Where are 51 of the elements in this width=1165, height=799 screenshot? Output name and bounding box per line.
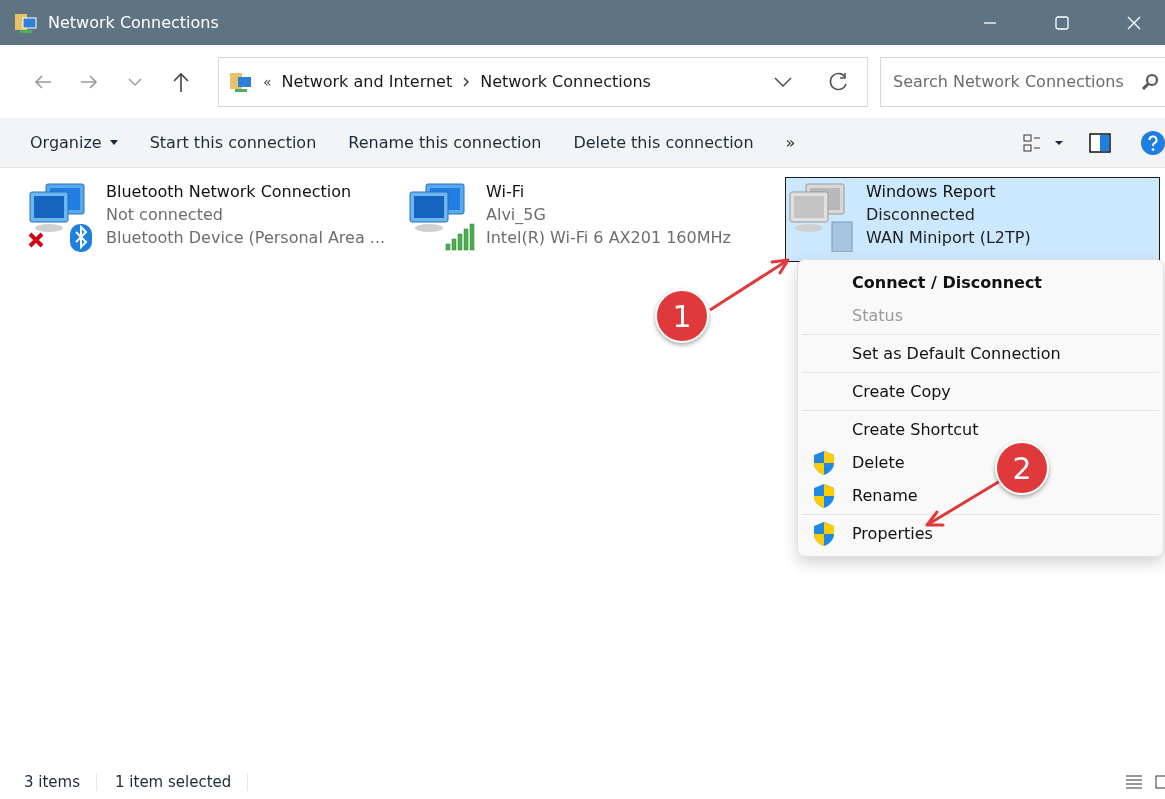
connection-item[interactable]: Wi-Fi Alvi_5G Intel(R) Wi-Fi 6 AX201 160MHz [405,177,780,262]
connection-device: Intel(R) Wi-Fi 6 AX201 160MHz [486,228,731,247]
search-box[interactable]: Search Network Connections [880,56,1165,107]
network-folder-icon [14,11,38,34]
menu-item[interactable]: Properties [852,524,933,543]
connection-status: Alvi_5G [486,205,547,224]
chevron-down-icon[interactable] [128,76,142,87]
breadcrumb[interactable]: Network and Internet [281,72,453,91]
address-bar[interactable]: « Network and Internet Network Connections [218,56,868,107]
menu-item[interactable]: Set as Default Connection [852,344,1061,363]
connection-item[interactable]: Windows Report Disconnected WAN Miniport (L2TP) [785,177,1160,262]
details-view-icon[interactable] [1125,774,1143,790]
connection-device: WAN Miniport (L2TP) [866,228,1031,247]
close-icon[interactable] [1126,14,1142,31]
up-arrow-icon[interactable] [171,70,191,93]
connection-status: Disconnected [866,205,976,224]
menu-item[interactable]: Delete [852,453,905,472]
more-commands-button[interactable]: » [769,127,812,158]
network-folder-icon [229,70,253,93]
connection-name: Bluetooth Network Connection [106,182,353,201]
crumb-overflow[interactable]: « [263,73,272,90]
command-button[interactable]: Delete this connection [557,127,770,158]
connection-device: Bluetooth Device (Personal Area ... [106,228,386,247]
menu-item[interactable]: Rename [852,486,918,505]
search-icon [1141,72,1159,91]
command-button[interactable]: Start this connection [133,127,333,158]
command-button[interactable]: Rename this connection [332,127,558,158]
menu-item[interactable]: Create Copy [852,382,951,401]
status-text: 1 item selected [115,773,249,791]
chevron-icon [462,75,471,88]
menu-item[interactable]: Create Shortcut [852,420,979,439]
network-signal-icon [406,182,476,252]
view-options-icon[interactable] [1023,132,1063,153]
connection-item[interactable]: Bluetooth Network Connection Not connected Bluetooth Device (Personal Area ... [25,177,400,262]
refresh-icon[interactable] [827,70,849,93]
help-icon[interactable] [1141,130,1165,155]
maximize-icon[interactable] [1054,14,1070,31]
preview-pane-icon[interactable] [1089,132,1111,153]
window-title: Network Connections [48,13,220,32]
connection-status: Not connected [106,205,224,224]
caret-icon [109,140,118,145]
connection-name: Windows Report [866,182,997,201]
large-icons-view-icon[interactable] [1155,774,1165,790]
step-number: 1 [655,289,709,343]
connection-name: Wi-Fi [486,182,526,201]
breadcrumb[interactable]: Network Connections [480,72,651,91]
dropdown-icon[interactable] [773,75,793,88]
status-text: 3 items [24,773,97,791]
command-button[interactable]: Organize [14,127,134,158]
network-computer-icon [786,182,856,252]
menu-item[interactable]: Connect / Disconnect [852,273,1042,292]
